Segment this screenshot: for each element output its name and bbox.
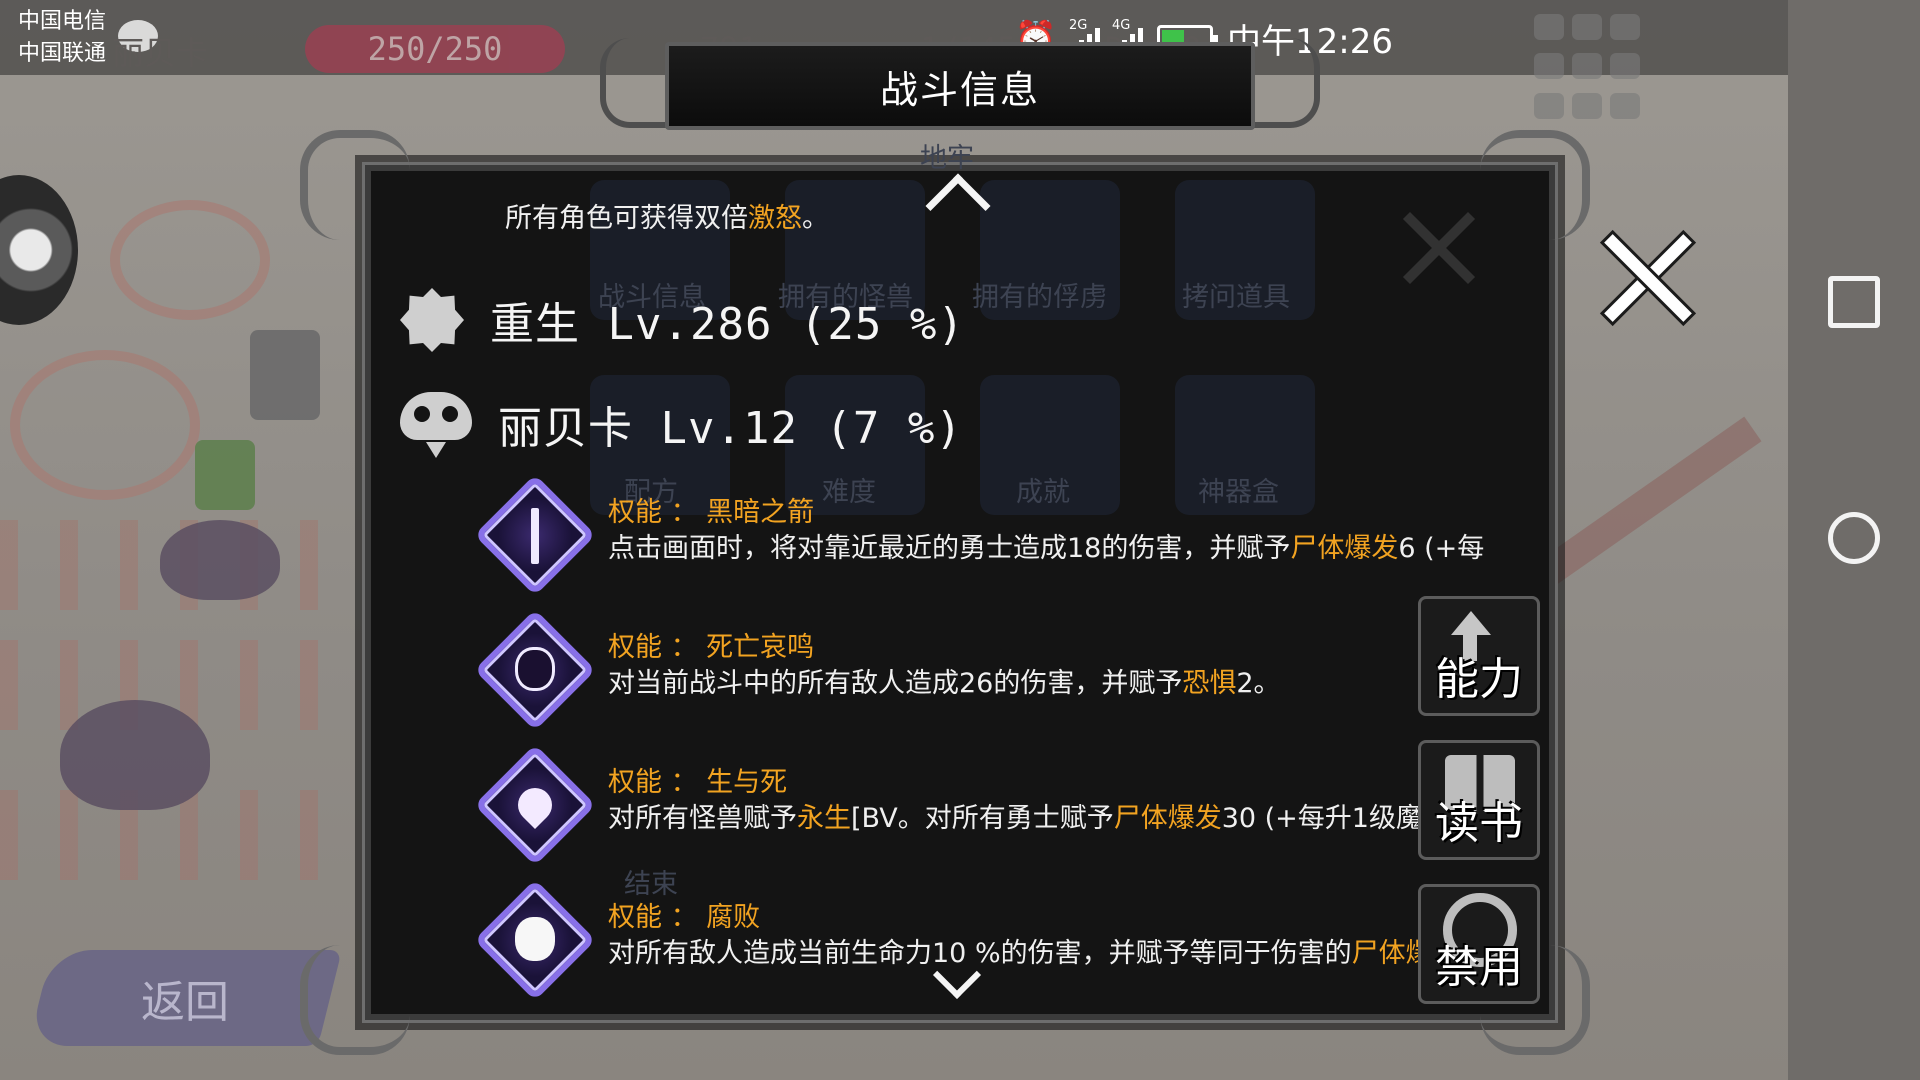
stamp-mark [110,200,270,320]
signal-2-type: 4G [1112,17,1131,33]
skill-desc-text: 30 (+每升1级魔 [1221,803,1423,834]
frame-ornament [300,130,410,240]
skill-keyword[interactable]: 尸体爆发 [1114,803,1222,834]
skill-desc-text: [BV。对所有勇士赋予 [851,803,1114,834]
dialog-title: 战斗信息 [879,67,1040,112]
skill-keyword[interactable]: 永生 [797,803,851,834]
monster-sprite[interactable] [60,700,210,810]
skill-description: 点击画面时，将对靠近最近的勇士造成18的伤害，并赋予尸体爆发6 (+每 [608,526,1488,565]
home-button[interactable] [1828,512,1880,564]
skill-title: 权能 ： 生与死 [608,767,788,798]
ability-button[interactable]: 能力 [1418,596,1540,716]
skill-title: 权能 ： 黑暗之箭 [608,497,815,528]
dark-arrow-icon[interactable] [474,474,596,596]
buff-keyword[interactable]: 激怒 [748,203,802,234]
skill-desc-text: 对当前战斗中的所有敌人造成26的伤害，并赋予 [608,668,1183,699]
skill-description: 对所有怪兽赋予永生[BV。对所有勇士赋予尸体爆发30 (+每升1级魔 [608,796,1488,835]
back-button-label: 返回 [141,977,229,1028]
hud-character-name: 丽贝卡 [112,34,209,72]
character-level-row: 丽贝卡 Lv.12 (7 %) [400,392,963,458]
skill-title: 权能 ： 死亡哀鸣 [608,632,815,663]
read-button[interactable]: 读书 [1418,740,1540,860]
skill-desc-text: 点击画面时，将对靠近最近的勇士造成18的伤害，并赋予 [608,533,1291,564]
skill-description: 对所有敌人造成当前生命力10 %的伤害，并赋予等同于伤害的尸体爆 [608,931,1488,970]
rebirth-level-row: 重生 Lv.286 (25 %) [400,288,965,352]
ghost-close-icon [1400,208,1480,288]
side-disc[interactable] [0,175,78,325]
skill-description: 对当前战斗中的所有敌人造成26的伤害，并赋予恐惧2。 [608,661,1488,700]
recents-button[interactable] [1828,276,1880,328]
frame-ornament [1480,130,1590,240]
skill-desc-text: 2。 [1236,668,1281,699]
skull-icon [400,392,472,458]
skill-keyword[interactable]: 尸体爆发 [1290,533,1398,564]
rebirth-badge-icon [400,288,464,352]
dialog-title-banner: 战斗信息 [665,42,1255,130]
carrier-1: 中国电信 [18,9,107,34]
hp-bar: 250/250 [305,25,565,73]
corruption-icon[interactable] [474,879,596,1001]
close-button[interactable] [1600,230,1696,326]
ghost-menu-label: 拷问道具 [1182,282,1290,313]
hero-sprite[interactable] [195,440,255,510]
buff-text: 所有角色可获得双倍 [505,203,748,234]
death-wail-icon[interactable] [474,609,596,731]
skill-desc-text: 对所有怪兽赋予 [608,803,797,834]
hero-sprite[interactable] [250,330,320,420]
skill-desc-text: 6 (+每 [1398,533,1485,564]
app-grid-icon[interactable] [1534,14,1754,124]
skill-title: 权能 ： 腐败 [608,902,761,933]
carrier-labels: 中国电信 中国联通 [18,6,106,70]
skill-keyword[interactable]: 恐惧 [1182,668,1236,699]
ghost-menu-label: 神器盒 [1198,477,1279,508]
ability-label: 能力 [1435,654,1523,705]
nav-back-button[interactable] [1828,730,1880,800]
ghost-menu-label: 成就 [1016,477,1070,508]
carrier-2: 中国联通 [18,41,107,66]
read-label: 读书 [1435,798,1523,849]
ban-label: 禁用 [1435,942,1523,993]
monster-sprite[interactable] [160,520,280,600]
system-nav-bar [1788,0,1920,1080]
frame-ornament [300,945,410,1055]
character-level: 丽贝卡 Lv.12 (7 %) [498,403,963,454]
buff-text-end: 。 [802,203,829,234]
ban-button[interactable]: 禁用 [1418,884,1540,1004]
ghost-menu-label: 拥有的俘虏 [972,282,1107,313]
buff-description: 所有角色可获得双倍激怒。 [505,196,829,235]
skill-desc-text: 对所有敌人造成当前生命力10 %的伤害，并赋予等同于伤害的 [608,938,1352,969]
rebirth-level: 重生 Lv.286 (25 %) [490,299,965,350]
back-button[interactable]: 返回 [28,950,342,1046]
life-and-death-icon[interactable] [474,744,596,866]
signal-1-type: 2G [1069,17,1088,33]
stamp-mark [10,350,200,500]
ghost-menu-label: 难度 [822,477,876,508]
ghost-menu-label: 地牢 [920,143,974,174]
